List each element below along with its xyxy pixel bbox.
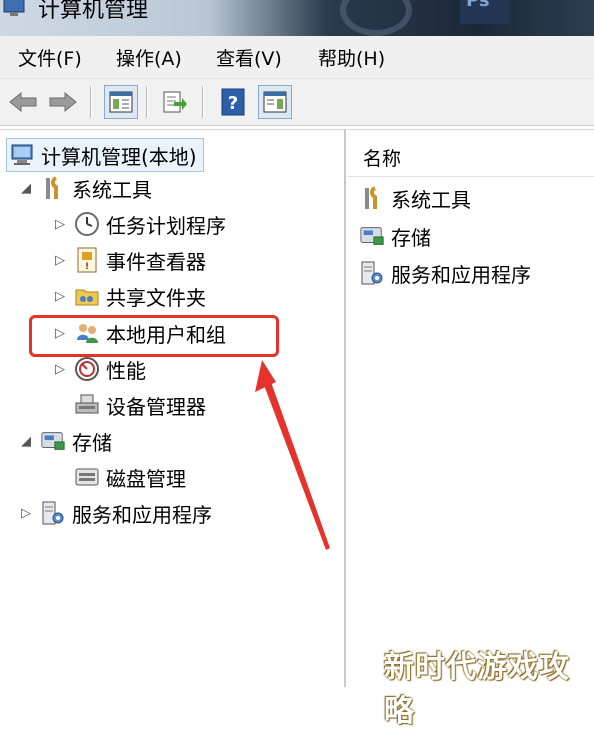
storage-icon — [40, 428, 66, 454]
collapse-arrow-icon[interactable]: ◢ — [18, 181, 34, 196]
tree-node-storage[interactable]: ◢ 存储 — [18, 425, 112, 457]
menu-bar: 文件(F) 操作(A) 查看(V) 帮助(H) — [0, 36, 594, 79]
details-pane: 名称 系统工具 存储 服务和应用程序 — [347, 129, 594, 687]
expand-arrow-icon[interactable]: ▷ — [52, 253, 68, 268]
svg-text:?: ? — [228, 93, 238, 114]
tools-icon — [359, 185, 385, 211]
column-header-label: 名称 — [363, 148, 402, 170]
computer-management-icon — [2, 0, 28, 20]
tree-node-performance[interactable]: ▷ 性能 — [52, 353, 146, 385]
watermark-text: 新时代游戏攻略 — [384, 650, 570, 729]
event-viewer-icon: ! — [74, 247, 100, 273]
menu-file[interactable]: 文件(F) — [18, 44, 82, 71]
menu-view[interactable]: 查看(V) — [216, 44, 282, 71]
toolbar: ? — [0, 79, 594, 126]
menu-action[interactable]: 操作(A) — [116, 44, 182, 71]
expand-arrow-icon[interactable]: ▷ — [52, 289, 68, 304]
window-titlebar: 计算机管理 Ps — [0, 0, 594, 36]
services-apps-icon — [359, 260, 385, 286]
computer-management-icon — [9, 142, 35, 168]
export-list-icon — [163, 91, 187, 113]
expand-arrow-icon[interactable]: ▷ — [52, 217, 68, 232]
tools-icon — [40, 175, 66, 201]
toolbar-separator — [146, 86, 147, 118]
tree-node-device-manager[interactable]: 设备管理器 — [52, 389, 206, 421]
svg-text:!: ! — [85, 262, 89, 272]
tree-node-services-apps[interactable]: ▷ 服务和应用程序 — [18, 497, 212, 529]
list-item[interactable]: 存储 — [359, 220, 431, 252]
show-hide-tree-button[interactable] — [104, 85, 138, 119]
forward-arrow-icon — [49, 91, 77, 113]
collapse-arrow-icon[interactable]: ◢ — [18, 434, 34, 449]
tree-label: 任务计划程序 — [106, 213, 226, 238]
tree-label: 事件查看器 — [106, 249, 206, 274]
window-title: 计算机管理 — [38, 0, 149, 23]
services-apps-icon — [40, 500, 66, 526]
list-item[interactable]: 服务和应用程序 — [359, 257, 531, 289]
disk-management-icon — [74, 464, 100, 490]
expand-arrow-icon[interactable]: ▷ — [18, 506, 34, 521]
help-button[interactable]: ? — [216, 85, 250, 119]
action-pane-icon — [263, 91, 287, 113]
tree-label: 系统工具 — [72, 177, 152, 202]
back-arrow-icon — [9, 91, 37, 113]
background-graphic — [340, 0, 412, 36]
tree-label: 服务和应用程序 — [72, 502, 212, 527]
clock-icon — [74, 211, 100, 237]
console-tree-icon — [109, 91, 133, 113]
shared-folder-icon — [74, 283, 100, 309]
tree-label: 磁盘管理 — [106, 466, 186, 491]
tree-root-label: 计算机管理(本地) — [41, 144, 197, 169]
toolbar-separator — [90, 86, 91, 118]
tree-node-shared-folders[interactable]: ▷ 共享文件夹 — [52, 280, 206, 312]
tree-label: 共享文件夹 — [106, 285, 206, 310]
list-item-label: 系统工具 — [391, 187, 471, 212]
list-item[interactable]: 系统工具 — [359, 182, 471, 214]
list-item-label: 存储 — [391, 225, 431, 250]
tree-label: 存储 — [72, 430, 112, 455]
tree-node-task-scheduler[interactable]: ▷ 任务计划程序 — [52, 208, 226, 240]
tree-node-root[interactable]: 计算机管理(本地) — [6, 138, 204, 172]
storage-icon — [359, 223, 385, 249]
forward-button[interactable] — [46, 85, 80, 119]
toolbar-separator — [202, 86, 203, 118]
tree-node-disk-management[interactable]: 磁盘管理 — [52, 461, 186, 493]
list-item-label: 服务和应用程序 — [391, 262, 531, 287]
menu-help[interactable]: 帮助(H) — [318, 44, 385, 71]
back-button[interactable] — [6, 85, 40, 119]
tree-label: 性能 — [106, 358, 146, 383]
device-manager-icon — [74, 392, 100, 418]
tree-label: 设备管理器 — [106, 394, 206, 419]
annotation-highlight-box — [29, 315, 279, 357]
background-app-icon: Ps — [460, 0, 510, 24]
export-list-button[interactable] — [158, 85, 192, 119]
column-header-name[interactable]: 名称 — [347, 136, 594, 177]
expand-arrow-icon[interactable]: ▷ — [52, 362, 68, 377]
tree-node-system-tools[interactable]: ◢ 系统工具 — [18, 172, 152, 204]
performance-gauge-icon — [74, 356, 100, 382]
show-hide-action-pane-button[interactable] — [258, 85, 292, 119]
tree-node-event-viewer[interactable]: ▷ ! 事件查看器 — [52, 244, 206, 276]
help-icon: ? — [221, 88, 245, 116]
